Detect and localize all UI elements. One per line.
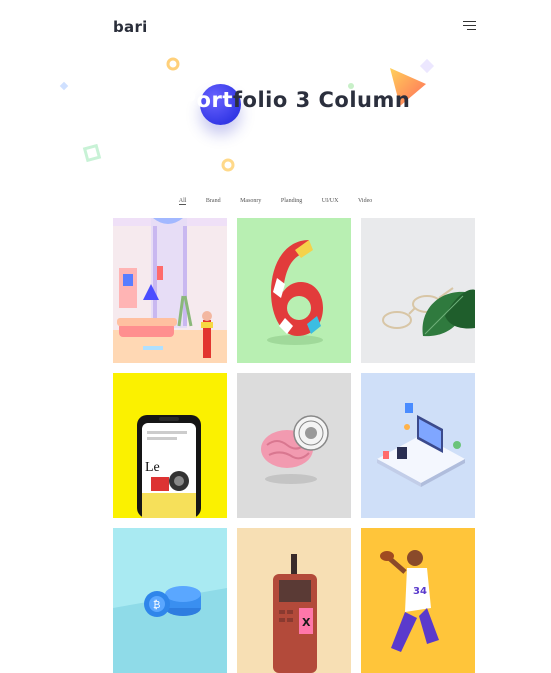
orange-ring-icon [166, 57, 180, 71]
logo[interactable]: bari [113, 18, 148, 36]
portfolio-item-glasses[interactable] [361, 218, 475, 363]
yellow-ring-icon [221, 158, 235, 172]
blue-coins-render: ₿ [113, 528, 227, 673]
page-title: Portfolio 3 Column [0, 88, 551, 112]
portfolio-item-coins[interactable]: ₿ [113, 528, 227, 673]
filter-brand[interactable]: Brand [206, 198, 221, 204]
filter-uiux[interactable]: UI/UX [322, 198, 339, 204]
hamburger-menu-icon[interactable] [463, 21, 476, 30]
portfolio-item-workspace[interactable] [361, 373, 475, 518]
title-rest: folio 3 Column [232, 88, 411, 112]
pink-brain-sculpture [237, 373, 351, 518]
filter-masonry[interactable]: Masonry [240, 198, 261, 204]
portfolio-item-brain[interactable] [237, 373, 351, 518]
portfolio-item-living-room[interactable] [113, 218, 227, 363]
green-square-icon [82, 143, 102, 163]
glasses-and-leaf-photo [361, 218, 475, 363]
living-room-illustration [113, 218, 227, 363]
portfolio-item-football[interactable]: 34 [361, 528, 475, 673]
portfolio-item-number-six[interactable] [237, 218, 351, 363]
number-six-artwork [237, 218, 351, 363]
retro-phone-illustration: X [237, 528, 351, 673]
phone-mockup-photo: Le [113, 373, 227, 518]
portfolio-item-phone[interactable]: Le [113, 373, 227, 518]
filter-all[interactable]: All [178, 198, 187, 205]
title-highlight: Port [180, 88, 233, 112]
portfolio-filter: All Brand Masonry Planding UI/UX Video [0, 198, 551, 205]
svg-text:₿: ₿ [153, 599, 160, 611]
svg-text:Le: Le [145, 460, 160, 475]
filter-planding[interactable]: Planding [281, 198, 302, 204]
svg-text:34: 34 [413, 586, 427, 597]
filter-video[interactable]: Video [358, 198, 372, 204]
football-player-illustration: 34 [361, 528, 475, 673]
portfolio-item-retro-phone[interactable]: X [237, 528, 351, 673]
isometric-workspace-illustration [361, 373, 475, 518]
svg-text:X: X [302, 616, 311, 629]
